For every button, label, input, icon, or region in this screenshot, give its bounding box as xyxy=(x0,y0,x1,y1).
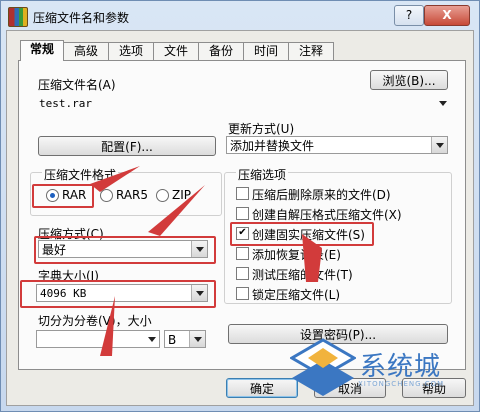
tab-general[interactable]: 常规 xyxy=(20,40,64,61)
arrow-to-dict xyxy=(100,296,115,356)
watermark-subtext: XITONGCHENG.COM xyxy=(358,380,445,388)
arrow-to-solid xyxy=(302,234,322,282)
arrow-to-method xyxy=(148,185,205,236)
watermark-logo-icon xyxy=(290,338,356,396)
arrow-to-rar xyxy=(90,166,140,192)
watermark-text: 系统城 xyxy=(360,352,442,382)
